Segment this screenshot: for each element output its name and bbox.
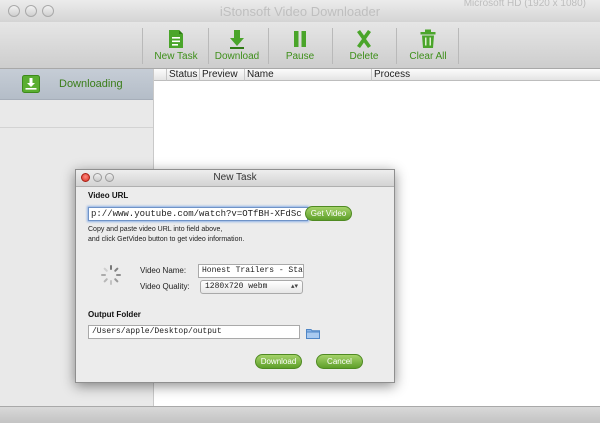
toolbar: New Task Download Pause Delete Clear All [0,22,600,69]
clear-all-button[interactable]: Clear All [404,22,452,68]
pause-label: Pause [285,51,315,62]
toolbar-separator [332,28,333,64]
delete-label: Delete [349,51,379,62]
video-name-field[interactable]: Honest Trailers - Star T [198,264,304,278]
video-url-input[interactable]: p://www.youtube.com/watch?v=OTfBH-XFdSc [88,207,308,221]
new-task-dialog: New Task Video URL p://www.youtube.com/w… [75,169,395,383]
dialog-title: New Task [213,172,257,183]
column-header-status[interactable]: Status [167,69,200,81]
column-header-select[interactable] [154,69,167,81]
toolbar-separator [458,28,459,64]
title-bar: iStonsoft Video Downloader Microsoft HD … [0,0,600,23]
trash-icon [420,29,436,48]
toolbar-separator [208,28,209,64]
pause-button[interactable]: Pause [276,22,324,68]
download-arrow-icon [230,30,244,49]
cancel-button[interactable]: Cancel [316,354,363,369]
dialog-title-bar: New Task [76,170,394,187]
new-task-label: New Task [154,51,198,62]
help-line-1: Copy and paste video URL into field abov… [88,226,223,233]
delete-button[interactable]: Delete [340,22,388,68]
new-task-button[interactable]: New Task [152,22,200,68]
video-quality-label: Video Quality: [140,282,190,291]
column-header-process[interactable]: Process [372,69,600,81]
download-dialog-button[interactable]: Download [255,354,302,369]
folder-browse-icon[interactable] [306,327,320,339]
new-task-icon [169,30,183,48]
loading-spinner-icon [101,265,121,285]
output-folder-label: Output Folder [88,310,141,319]
download-button[interactable]: Download [213,22,261,68]
select-arrows-icon: ▴▾ [290,283,298,291]
output-folder-field[interactable]: /Users/apple/Desktop/output [88,325,300,339]
clear-all-label: Clear All [409,51,447,62]
toolbar-separator [396,28,397,64]
menu-extra-text: Microsoft HD (1920 x 1080) [463,0,586,9]
delete-x-icon [357,30,371,48]
pause-icon [294,31,306,47]
download-label: Download [214,51,260,62]
sidebar-item-downloading[interactable]: Downloading [0,69,153,100]
toolbar-separator [268,28,269,64]
status-bar [0,406,600,423]
url-help-text: Copy and paste video URL into field abov… [88,225,244,245]
column-header-preview[interactable]: Preview [200,69,245,81]
video-url-label: Video URL [88,191,129,200]
divider [0,127,153,128]
get-video-button[interactable]: Get Video [305,206,352,221]
video-quality-select[interactable]: 1280x720 webm ▴▾ [200,280,303,294]
sidebar-item-label: Downloading [59,78,123,90]
download-tray-icon [22,75,40,96]
video-name-label: Video Name: [140,266,187,275]
toolbar-separator [142,28,143,64]
video-quality-value: 1280x720 webm [205,282,268,291]
help-line-2: and click GetVideo button to get video i… [88,236,245,243]
column-header-name[interactable]: Name [245,69,372,81]
